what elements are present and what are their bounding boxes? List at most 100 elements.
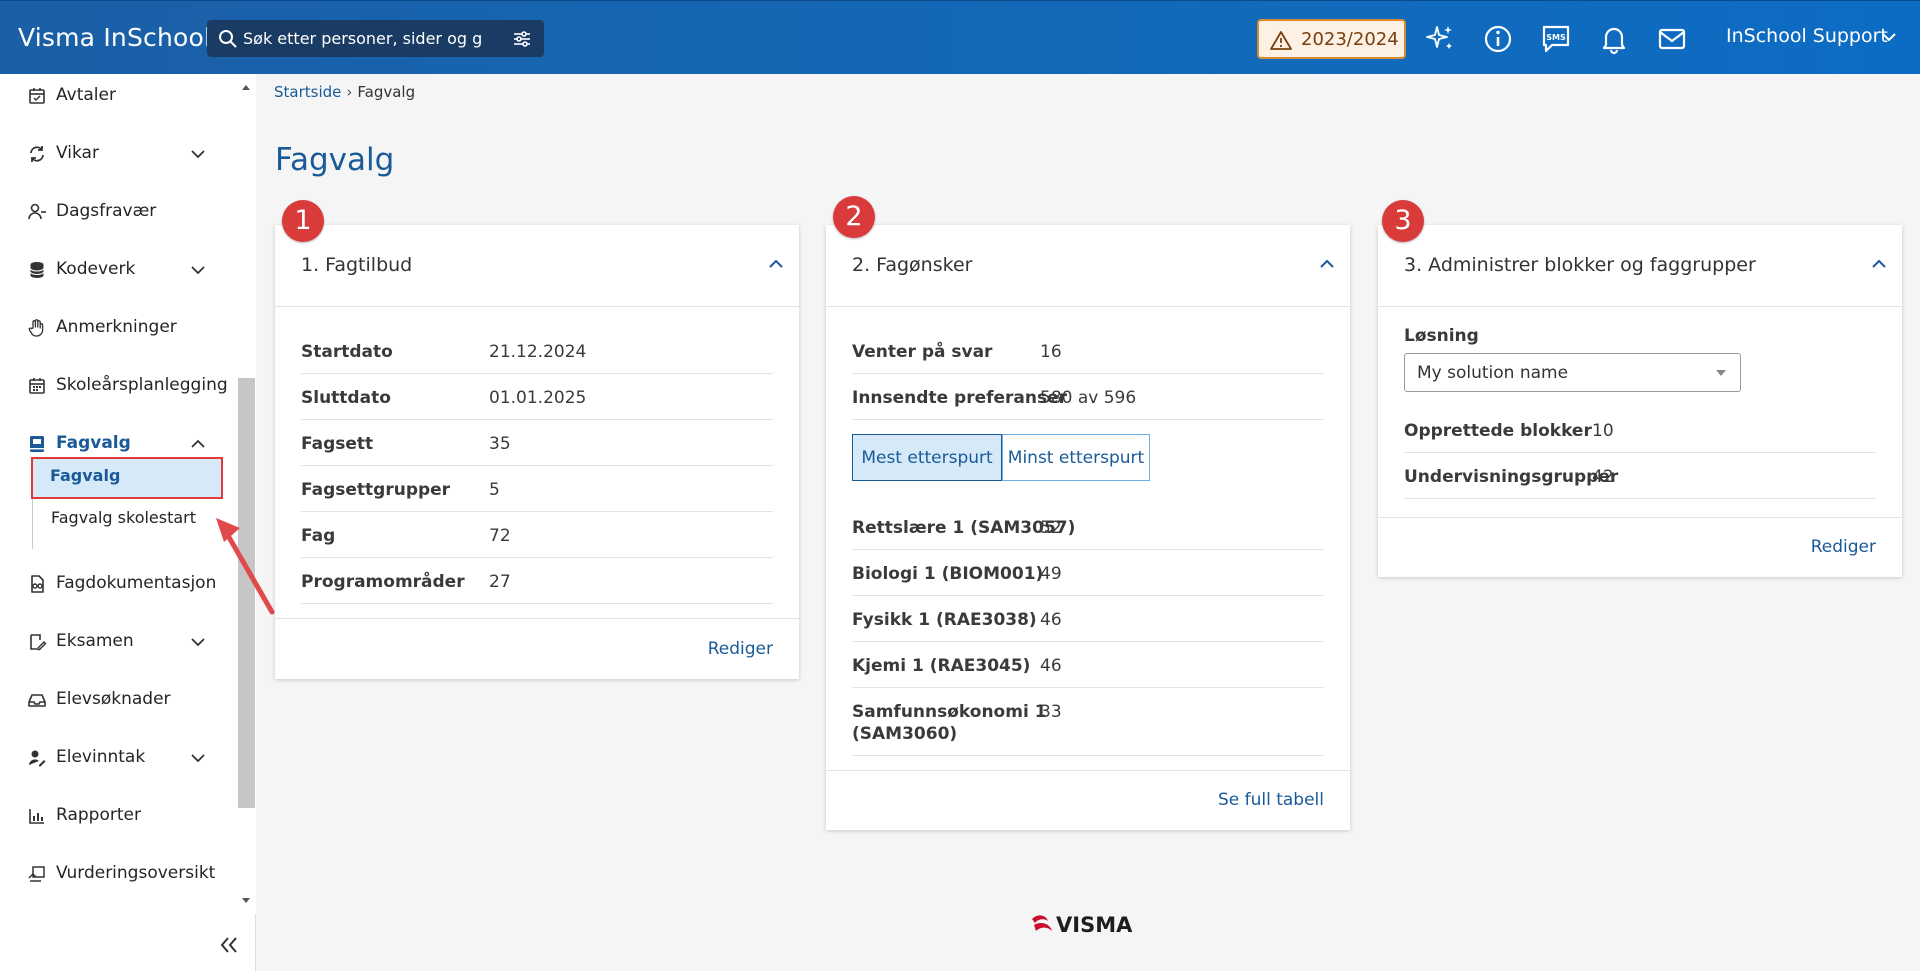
solution-select-value: My solution name [1417, 363, 1569, 383]
assessment-icon [28, 866, 45, 882]
sidebar-item-rapporter[interactable]: Rapporter [0, 796, 232, 836]
annotation-arrow [216, 518, 275, 615]
breadcrumb-home-link[interactable]: Startside [274, 83, 341, 101]
breadcrumb-separator-icon: › [346, 83, 353, 101]
subject-count: 33 [1040, 702, 1062, 722]
scroll-down-icon[interactable] [240, 896, 252, 906]
info-row: Startdato 21.12.2024 [301, 328, 773, 374]
calendar-icon [29, 378, 45, 394]
row-value: 35 [489, 434, 511, 454]
page-title: Fagvalg [275, 142, 395, 178]
breadcrumb: Startside › Fagvalg [274, 83, 415, 101]
warning-icon [1270, 31, 1292, 50]
row-label: Fagsett [301, 434, 374, 454]
sidebar-subitem-fagvalg-skolestart[interactable]: Fagvalg skolestart [33, 499, 223, 537]
sidebar-item-elevinntak[interactable]: Elevinntak [0, 738, 232, 778]
sidebar-item-label: Fagdokumentasjon [56, 573, 217, 593]
subject-label: Kjemi 1 (RAE3045) [852, 656, 1031, 676]
sms-icon[interactable]: SMS [1540, 23, 1572, 55]
search-field[interactable]: Søk etter personer, sider og gru [207, 20, 544, 57]
filter-icon[interactable] [512, 29, 532, 49]
chevron-down-icon [191, 266, 205, 275]
solution-select[interactable]: My solution name [1404, 353, 1741, 392]
sidebar-item-vikar[interactable]: Vikar [0, 134, 232, 174]
bell-icon[interactable] [1598, 23, 1630, 55]
full-table-link[interactable]: Se full tabell [1218, 790, 1324, 810]
brand-title[interactable]: Visma InSchool [18, 23, 211, 52]
card-title: 3. Administrer blokker og faggrupper [1404, 254, 1756, 276]
sidebar-item-label: Rapporter [56, 805, 141, 825]
row-label: Venter på svar [852, 342, 993, 362]
scroll-up-icon[interactable] [240, 82, 252, 92]
subject-count: 52 [1040, 518, 1062, 538]
sidebar-item-skolearsplanlegging[interactable]: Skoleårsplanlegging [0, 366, 232, 406]
card-footer: Rediger [275, 618, 799, 679]
card-header[interactable]: 2. Fagønsker [826, 225, 1350, 307]
collapse-sidebar-icon[interactable] [216, 932, 242, 958]
edit-link[interactable]: Rediger [708, 639, 773, 659]
sidebar-item-vurderingsoversikt[interactable]: Vurderingsoversikt [0, 854, 232, 894]
sidebar-item-eksamen[interactable]: Eksamen [0, 622, 232, 662]
top-bar: Visma InSchool Søk etter personer, sider… [0, 0, 1920, 74]
step-badge: 1 [282, 200, 324, 242]
bar-chart-icon [29, 809, 44, 824]
most-requested-toggle[interactable]: Mest etterspurt [852, 434, 1002, 481]
chevron-up-icon [191, 439, 205, 448]
sidebar-item-anmerkninger[interactable]: Anmerkninger [0, 308, 232, 348]
search-input[interactable]: Søk etter personer, sider og gru [243, 29, 483, 48]
row-label: Fag [301, 526, 336, 546]
sparkle-ai-icon[interactable] [1424, 23, 1456, 55]
sidebar-item-kodeverk[interactable]: Kodeverk [0, 250, 232, 290]
row-label: Opprettede blokker [1404, 421, 1592, 441]
sidebar-item-label: Kodeverk [56, 259, 136, 279]
user-absence-icon [28, 203, 46, 220]
card-header[interactable]: 1. Fagtilbud [275, 225, 799, 307]
card-blokker: 3. Administrer blokker og faggrupper Opp… [1378, 225, 1902, 577]
row-label: Innsendte preferanser [852, 388, 1068, 408]
chevron-up-icon[interactable] [1870, 255, 1888, 273]
subject-label: Biologi 1 (BIOM001) [852, 564, 1044, 584]
dropdown-arrow-icon [1716, 370, 1726, 376]
sidebar-item-label: Avtaler [56, 85, 116, 105]
sidebar-item-avtaler[interactable]: Avtaler [0, 76, 232, 116]
info-icon[interactable] [1482, 23, 1514, 55]
chevron-down-icon [191, 638, 205, 647]
svg-text:SMS: SMS [1546, 33, 1566, 42]
sidebar-item-elevsoknader[interactable]: Elevsøknader [0, 680, 232, 720]
search-icon [219, 30, 237, 48]
subject-row: Kjemi 1 (RAE3045) 46 [852, 642, 1324, 688]
subject-row: Samfunnsøkonomi 1 (SAM3060) 33 [852, 688, 1324, 756]
edit-link[interactable]: Rediger [1811, 537, 1876, 557]
least-requested-toggle[interactable]: Minst etterspurt [1002, 434, 1150, 481]
row-label: Sluttdato [301, 388, 391, 408]
row-value: 27 [489, 572, 511, 592]
step-badge: 3 [1382, 200, 1424, 242]
info-row: Opprettede blokker 10 [1404, 407, 1876, 453]
sidebar-item-label: Elevinntak [56, 747, 146, 767]
user-name: InSchool Support [1726, 25, 1888, 47]
chevron-up-icon[interactable] [1318, 255, 1336, 273]
sidebar-item-fagdokumentasjon[interactable]: Fagdokumentasjon [0, 564, 232, 604]
sidebar-item-label: Dagsfravær [56, 201, 157, 221]
school-year-button[interactable]: 2023/2024 [1257, 19, 1406, 59]
mail-icon[interactable] [1656, 23, 1688, 55]
sidebar-item-label: Elevsøknader [56, 689, 171, 709]
sidebar-item-label: Eksamen [56, 631, 134, 651]
chevron-down-icon [1882, 33, 1896, 42]
subject-label: Samfunnsøkonomi 1 [852, 702, 1047, 722]
row-value: 42 [1592, 467, 1614, 487]
user-menu[interactable]: InSchool Support [1726, 25, 1896, 47]
info-row: Innsendte preferanser 580 av 596 [852, 374, 1324, 420]
subject-count: 46 [1040, 610, 1062, 630]
card-fagtilbud: 1. Fagtilbud Startdato 21.12.2024 Sluttda… [275, 225, 799, 679]
school-year-label: 2023/2024 [1301, 29, 1399, 50]
chevron-up-icon[interactable] [767, 255, 785, 273]
toggle-label: Mest etterspurt [861, 448, 993, 468]
card-header[interactable]: 3. Administrer blokker og faggrupper [1378, 225, 1902, 307]
solution-label: Løsning [1404, 326, 1479, 346]
document-link-icon [31, 575, 44, 593]
sidebar-item-dagsfravaer[interactable]: Dagsfravær [0, 192, 232, 232]
sidebar-subitem-label: Fagvalg [50, 466, 121, 485]
row-label: Programområder [301, 572, 465, 592]
sidebar-subitem-fagvalg[interactable]: Fagvalg [31, 457, 223, 499]
